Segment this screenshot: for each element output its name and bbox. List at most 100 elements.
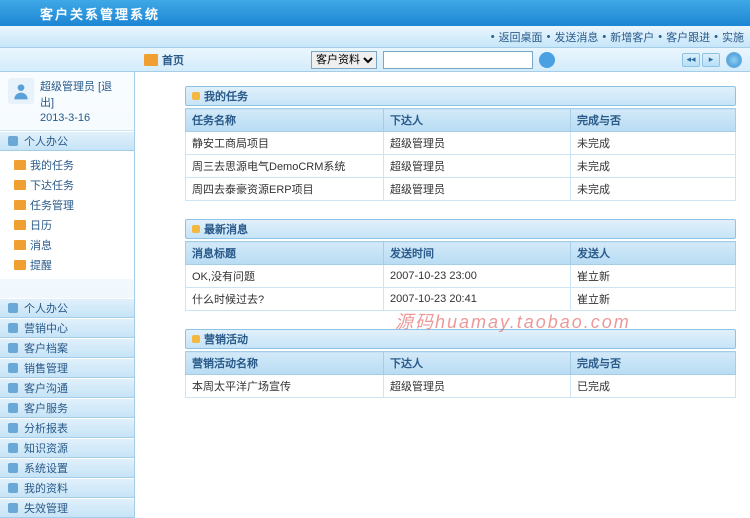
folder-icon bbox=[14, 220, 26, 230]
table-cell: 超级管理员 bbox=[384, 375, 571, 398]
home-icon bbox=[144, 54, 158, 66]
acc-header[interactable]: 个人办公 bbox=[0, 298, 134, 318]
panel: 我的任务任务名称下达人完成与否静安工商局项目超级管理员未完成周三去思源电气Dem… bbox=[185, 86, 736, 201]
column-header: 下达人 bbox=[384, 352, 571, 375]
folder-icon bbox=[14, 260, 26, 270]
panel-header: 最新消息 bbox=[185, 219, 736, 239]
acc-header[interactable]: 客户沟通 bbox=[0, 378, 134, 398]
toolbar: 首页 客户资料 ◂◂ ▸ bbox=[0, 48, 750, 72]
search-type-select[interactable]: 客户资料 bbox=[311, 51, 377, 69]
acc-header[interactable]: 系统设置 bbox=[0, 458, 134, 478]
column-header: 完成与否 bbox=[571, 352, 736, 375]
home-button[interactable]: 首页 bbox=[144, 52, 184, 68]
section-icon bbox=[8, 383, 18, 393]
app-title: 客户关系管理系统 bbox=[40, 4, 160, 23]
bullet-icon bbox=[192, 225, 200, 233]
menu-followup[interactable]: 客户跟进 bbox=[666, 29, 710, 45]
column-header: 发送人 bbox=[571, 242, 736, 265]
search-input[interactable] bbox=[383, 51, 533, 69]
column-header: 发送时间 bbox=[384, 242, 571, 265]
section-icon bbox=[8, 323, 18, 333]
table-cell: 静安工商局项目 bbox=[186, 132, 384, 155]
sidebar: 超级管理员 [退出] 2013-3-16 个人办公 我的任务 下达任务 任务管理… bbox=[0, 72, 135, 518]
home-label: 首页 bbox=[162, 52, 184, 68]
panel-title: 我的任务 bbox=[204, 88, 248, 104]
table-row[interactable]: OK,没有问题2007-10-23 23:00崔立新 bbox=[186, 265, 736, 288]
acc-header-active[interactable]: 个人办公 bbox=[0, 131, 134, 151]
table-cell: 崔立新 bbox=[571, 265, 736, 288]
avatar bbox=[8, 78, 34, 104]
data-table: 营销活动名称下达人完成与否本周太平洋广场宣传超级管理员已完成 bbox=[185, 351, 736, 398]
table-row[interactable]: 周四去泰豪资源ERP项目超级管理员未完成 bbox=[186, 178, 736, 201]
user-block: 超级管理员 [退出] 2013-3-16 bbox=[0, 72, 134, 131]
menu-impl[interactable]: 实施 bbox=[722, 29, 744, 45]
search-go-button[interactable] bbox=[539, 52, 555, 68]
column-header: 营销活动名称 bbox=[186, 352, 384, 375]
bullet-icon bbox=[192, 92, 200, 100]
acc-header[interactable]: 客户档案 bbox=[0, 338, 134, 358]
table-cell: 未完成 bbox=[571, 178, 736, 201]
column-header: 消息标题 bbox=[186, 242, 384, 265]
sidebar-accordion: 个人办公 我的任务 下达任务 任务管理 日历 消息 提醒 bbox=[0, 131, 134, 279]
table-cell: 本周太平洋广场宣传 bbox=[186, 375, 384, 398]
panel-title: 最新消息 bbox=[204, 221, 248, 237]
table-row[interactable]: 静安工商局项目超级管理员未完成 bbox=[186, 132, 736, 155]
table-cell: 2007-10-23 23:00 bbox=[384, 265, 571, 288]
column-header: 下达人 bbox=[384, 109, 571, 132]
table-cell: 周三去思源电气DemoCRM系统 bbox=[186, 155, 384, 178]
section-icon bbox=[8, 463, 18, 473]
nav-back-button[interactable]: ◂◂ bbox=[682, 53, 700, 67]
menu-desktop[interactable]: 返回桌面 bbox=[499, 29, 543, 45]
folder-icon bbox=[14, 180, 26, 190]
bullet-icon bbox=[192, 335, 200, 343]
acc-header[interactable]: 我的资料 bbox=[0, 478, 134, 498]
globe-icon[interactable] bbox=[726, 52, 742, 68]
column-header: 完成与否 bbox=[571, 109, 736, 132]
folder-icon bbox=[14, 240, 26, 250]
table-cell: OK,没有问题 bbox=[186, 265, 384, 288]
tree-item[interactable]: 日历 bbox=[14, 215, 134, 235]
table-cell: 超级管理员 bbox=[384, 155, 571, 178]
tree-item[interactable]: 下达任务 bbox=[14, 175, 134, 195]
acc-header[interactable]: 分析报表 bbox=[0, 418, 134, 438]
tree-item[interactable]: 任务管理 bbox=[14, 195, 134, 215]
table-cell: 2007-10-23 20:41 bbox=[384, 288, 571, 311]
menu-sendmsg[interactable]: 发送消息 bbox=[554, 29, 598, 45]
section-icon bbox=[8, 503, 18, 513]
section-icon bbox=[8, 443, 18, 453]
acc-header[interactable]: 知识资源 bbox=[0, 438, 134, 458]
panel: 营销活动营销活动名称下达人完成与否本周太平洋广场宣传超级管理员已完成 bbox=[185, 329, 736, 398]
top-menubar: •返回桌面 •发送消息 •新增客户 •客户跟进 •实施 bbox=[0, 26, 750, 48]
app-titlebar: 客户关系管理系统 bbox=[0, 0, 750, 26]
acc-header[interactable]: 客户服务 bbox=[0, 398, 134, 418]
user-date: 2013-3-16 bbox=[40, 112, 126, 124]
folder-icon bbox=[14, 200, 26, 210]
acc-header[interactable]: 销售管理 bbox=[0, 358, 134, 378]
table-row[interactable]: 本周太平洋广场宣传超级管理员已完成 bbox=[186, 375, 736, 398]
section-icon bbox=[8, 363, 18, 373]
column-header: 任务名称 bbox=[186, 109, 384, 132]
table-cell: 未完成 bbox=[571, 132, 736, 155]
section-icon bbox=[8, 483, 18, 493]
table-cell: 超级管理员 bbox=[384, 178, 571, 201]
table-row[interactable]: 周三去思源电气DemoCRM系统超级管理员未完成 bbox=[186, 155, 736, 178]
menu-newcust[interactable]: 新增客户 bbox=[610, 29, 654, 45]
table-row[interactable]: 什么时候过去?2007-10-23 20:41崔立新 bbox=[186, 288, 736, 311]
acc-header[interactable]: 失效管理 bbox=[0, 498, 134, 518]
data-table: 任务名称下达人完成与否静安工商局项目超级管理员未完成周三去思源电气DemoCRM… bbox=[185, 108, 736, 201]
data-table: 消息标题发送时间发送人OK,没有问题2007-10-23 23:00崔立新什么时… bbox=[185, 241, 736, 311]
nav-fwd-button[interactable]: ▸ bbox=[702, 53, 720, 67]
table-cell: 未完成 bbox=[571, 155, 736, 178]
tree-item[interactable]: 提醒 bbox=[14, 255, 134, 275]
tree-item[interactable]: 我的任务 bbox=[14, 155, 134, 175]
folder-icon bbox=[14, 160, 26, 170]
user-role: 超级管理员 bbox=[40, 81, 95, 93]
table-cell: 什么时候过去? bbox=[186, 288, 384, 311]
section-icon bbox=[8, 423, 18, 433]
tree-item[interactable]: 消息 bbox=[14, 235, 134, 255]
section-icon bbox=[8, 343, 18, 353]
main-content: 我的任务任务名称下达人完成与否静安工商局项目超级管理员未完成周三去思源电气Dem… bbox=[135, 72, 750, 518]
table-cell: 崔立新 bbox=[571, 288, 736, 311]
acc-header[interactable]: 营销中心 bbox=[0, 318, 134, 338]
table-cell: 已完成 bbox=[571, 375, 736, 398]
